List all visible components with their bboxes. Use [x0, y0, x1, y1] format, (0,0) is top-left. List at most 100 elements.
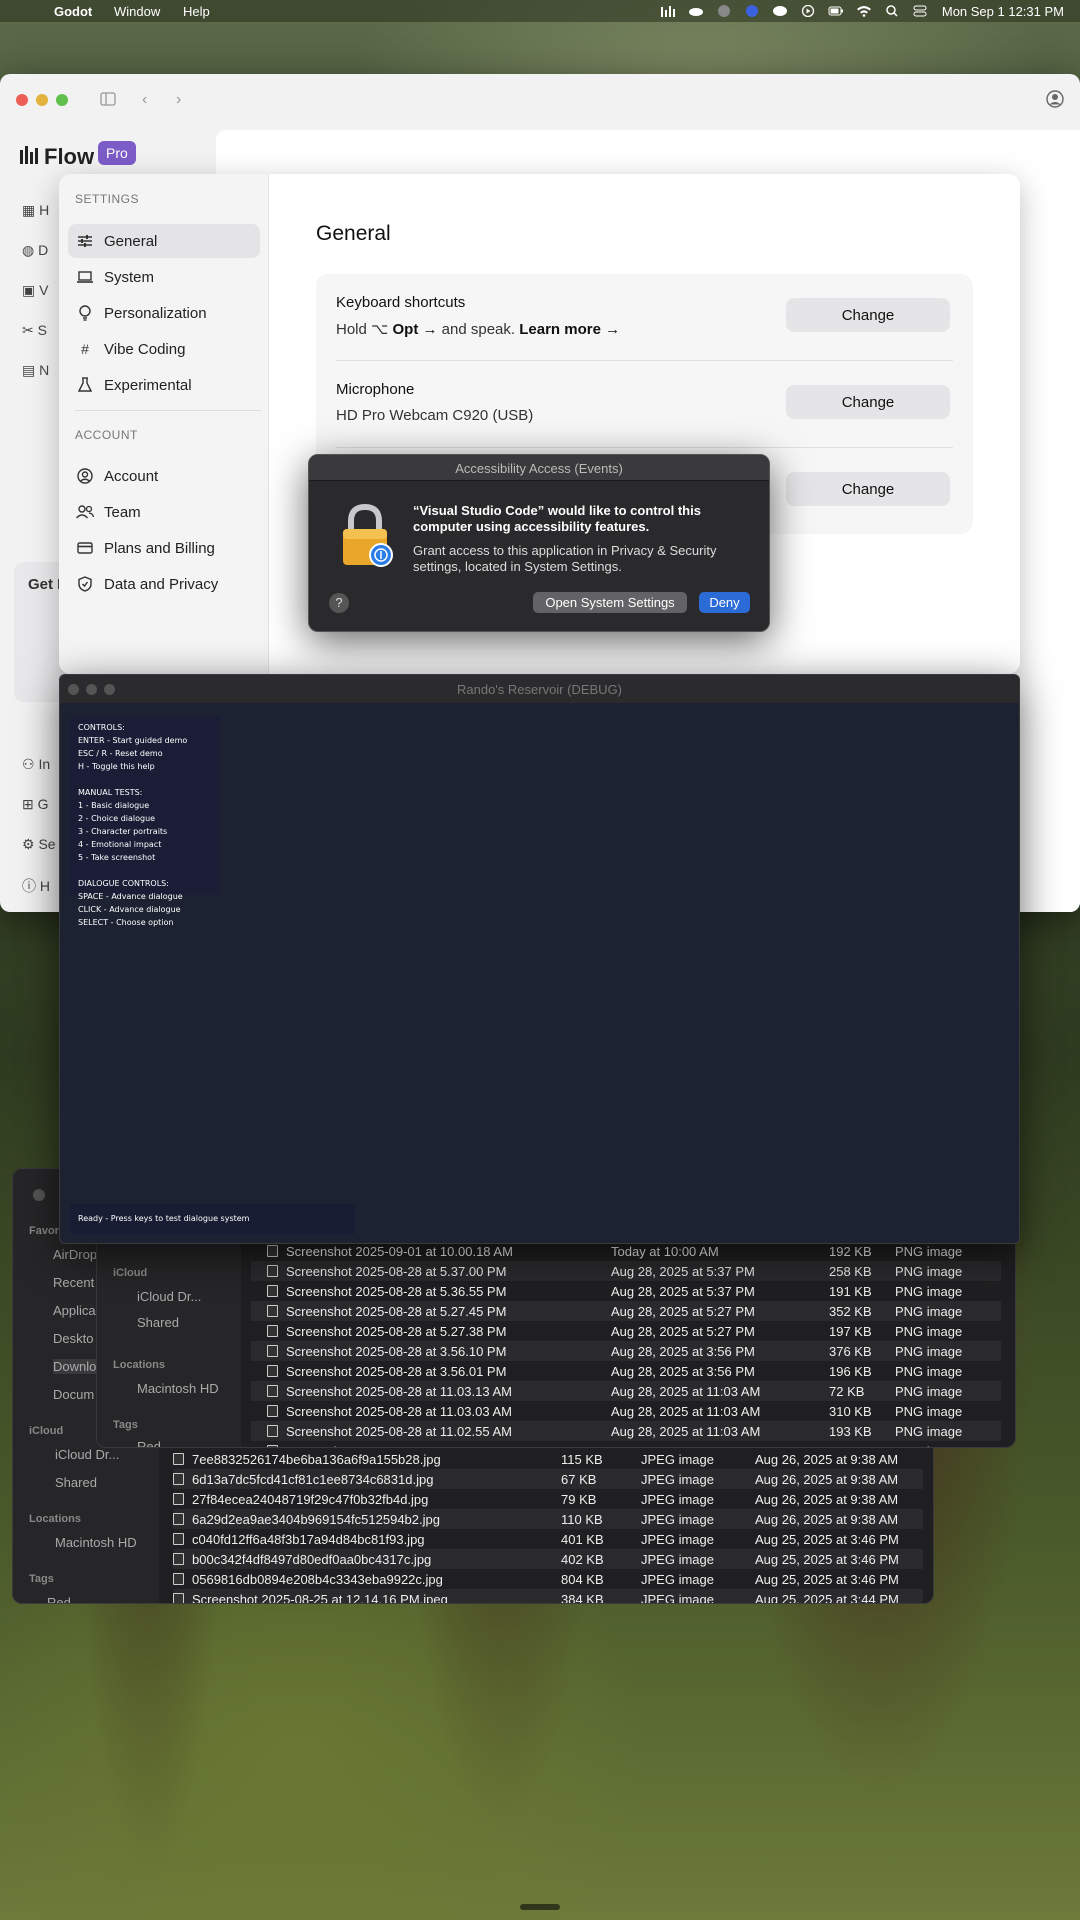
- file-size: 384 KB: [561, 1591, 604, 1604]
- table-row[interactable]: Screenshot 2025-08-28 at 3.56.10 PM Aug 2…: [251, 1341, 1001, 1361]
- flow-nav-help[interactable]: ⓘ H: [22, 876, 62, 896]
- search-icon[interactable]: [884, 5, 900, 17]
- table-row[interactable]: Screenshot 2025-08-28 at 11.03.03 AM Aug …: [251, 1401, 1001, 1421]
- dialog-title: Accessibility Access (Events): [455, 461, 623, 476]
- circle-arrow-icon[interactable]: [716, 5, 732, 17]
- table-row[interactable]: Screenshot 2025-09-01 at 10.00.18 AM Toda…: [251, 1241, 1001, 1261]
- settings-nav-plans-billing-label: Plans and Billing: [104, 539, 215, 557]
- sidebar-divider: [75, 410, 261, 411]
- flow-nav-dictionary[interactable]: ◍ D: [22, 242, 62, 262]
- file-name: Screenshot 2025-08-28 at 11.02.55 AM: [286, 1423, 512, 1439]
- app-menu[interactable]: Godot: [54, 4, 92, 19]
- keyboard-shortcuts-label: Keyboard shortcuts: [336, 294, 466, 311]
- settings-section-header: SETTINGS: [75, 192, 140, 206]
- flow-nav-home[interactable]: ▦ H: [22, 202, 62, 222]
- open-system-settings-button[interactable]: Open System Settings: [533, 592, 687, 613]
- change-microphone-button[interactable]: Change: [786, 385, 950, 419]
- help-button[interactable]: ?: [329, 593, 349, 613]
- flow-nav-notes[interactable]: ▤ N: [22, 362, 62, 382]
- png-file-icon: [267, 1285, 278, 1297]
- settings-nav-plans-billing[interactable]: Plans and Billing: [68, 531, 260, 565]
- close-button-inactive[interactable]: [33, 1189, 45, 1201]
- settings-nav-data-privacy[interactable]: Data and Privacy: [68, 567, 260, 601]
- settings-nav-personalization[interactable]: Personalization: [68, 296, 260, 330]
- sidebar-toggle-icon[interactable]: [100, 92, 116, 106]
- wifi-icon[interactable]: [856, 5, 872, 17]
- sidebar-item-macintosh-hd[interactable]: Macintosh HD: [137, 1381, 219, 1396]
- forward-arrow-icon[interactable]: ›: [176, 91, 181, 109]
- elephant-icon[interactable]: [772, 5, 788, 17]
- sidebar-item-desktop[interactable]: Deskto: [53, 1331, 93, 1346]
- table-row[interactable]: Screenshot 2025-08-28 at 9.03.20 AM Aug 2…: [251, 1441, 1001, 1448]
- table-row[interactable]: Screenshot 2025-08-28 at 3.56.01 PM Aug 2…: [251, 1361, 1001, 1381]
- deny-button[interactable]: Deny: [699, 592, 750, 613]
- file-size: 359 KB: [829, 1444, 872, 1448]
- sidebar-tag-red[interactable]: Red: [137, 1439, 161, 1447]
- sidebar-item-macintosh-hd[interactable]: Macintosh HD: [55, 1535, 137, 1550]
- sliders-icon: [76, 232, 94, 250]
- profile-icon[interactable]: [1046, 90, 1064, 108]
- zoom-button[interactable]: [56, 94, 68, 106]
- settings-nav-experimental[interactable]: Experimental: [68, 368, 260, 402]
- file-name: 7ee8832526174be6ba136a6f9a155b28.jpg: [192, 1451, 441, 1467]
- close-button[interactable]: [16, 94, 28, 106]
- accessibility-access-dialog: Accessibility Access (Events) “Visual St…: [308, 454, 770, 632]
- flow-nav-settings[interactable]: ⚙ Se: [22, 836, 62, 856]
- control-center-icon[interactable]: [912, 5, 928, 17]
- settings-nav-system[interactable]: System: [68, 260, 260, 294]
- settings-nav-vibe-coding[interactable]: # Vibe Coding: [68, 332, 260, 366]
- zoom-icon[interactable]: [744, 5, 760, 17]
- godot-debug-window: Rando's Reservoir (DEBUG) CONTROLS: ENTE…: [59, 674, 1020, 1244]
- sidebar-item-shared[interactable]: Shared: [137, 1315, 179, 1330]
- sidebar-item-shared[interactable]: Shared: [55, 1475, 97, 1490]
- settings-nav-general[interactable]: General: [68, 224, 260, 258]
- file-size: 402 KB: [561, 1551, 604, 1567]
- change-keyboard-shortcut-button[interactable]: Change: [786, 298, 950, 332]
- table-row[interactable]: Screenshot 2025-08-28 at 5.37.00 PM Aug 2…: [251, 1261, 1001, 1281]
- menu-window[interactable]: Window: [114, 4, 160, 19]
- table-row[interactable]: 7ee8832526174be6ba136a6f9a155b28.jpg 115 …: [173, 1449, 923, 1469]
- play-circle-icon[interactable]: [800, 5, 816, 17]
- sidebar-item-airdrop[interactable]: AirDrop: [53, 1247, 97, 1262]
- table-row[interactable]: 0569816db0894e208b4c3343eba9922c.jpg 804 …: [173, 1569, 923, 1589]
- audio-levels-icon[interactable]: [660, 5, 676, 17]
- table-row[interactable]: 6d13a7dc5fcd41cf81c1ee8734c6831d.jpg 67 K…: [173, 1469, 923, 1489]
- locations-header: Locations: [29, 1513, 81, 1525]
- row-divider: [336, 360, 953, 361]
- table-row[interactable]: c040fd12ff6a48f3b17a94d84bc81f93.jpg 401 …: [173, 1529, 923, 1549]
- settings-nav-team[interactable]: Team: [68, 495, 260, 529]
- sidebar-item-applications[interactable]: Applica: [53, 1303, 96, 1318]
- menu-clock[interactable]: Mon Sep 1 12:31 PM: [942, 4, 1064, 19]
- sidebar-item-icloud-drive[interactable]: iCloud Dr...: [137, 1289, 201, 1304]
- table-row[interactable]: Screenshot 2025-08-28 at 5.27.45 PM Aug 2…: [251, 1301, 1001, 1321]
- table-row[interactable]: Screenshot 2025-08-28 at 5.36.55 PM Aug 2…: [251, 1281, 1001, 1301]
- settings-sidebar: SETTINGS General System Personalization …: [59, 174, 269, 674]
- table-row[interactable]: 6a29d2ea9ae3404b969154fc512594b2.jpg 110 …: [173, 1509, 923, 1529]
- flow-nav-snippets[interactable]: ✂ S: [22, 322, 62, 342]
- table-row[interactable]: 27f84ecea24048719f29c47f0b32fb4d.jpg 79 K…: [173, 1489, 923, 1509]
- sidebar-tag-red[interactable]: Red: [47, 1595, 71, 1603]
- keyboard-shortcuts-description: Hold ⌥ Opt → and speak. Learn more →: [336, 320, 620, 338]
- menu-help[interactable]: Help: [183, 4, 210, 19]
- back-arrow-icon[interactable]: ‹: [142, 91, 147, 109]
- sidebar-item-recents[interactable]: Recent: [53, 1275, 94, 1290]
- cloud-sync-icon[interactable]: [688, 5, 704, 17]
- flow-nav-vocab[interactable]: ▣ V: [22, 282, 62, 302]
- table-row[interactable]: Screenshot 2025-08-28 at 5.27.38 PM Aug 2…: [251, 1321, 1001, 1341]
- learn-more-link[interactable]: Learn more →: [519, 321, 620, 338]
- game-status-text: Ready - Press keys to test dialogue syst…: [78, 1214, 250, 1223]
- settings-nav-account[interactable]: Account: [68, 459, 260, 493]
- file-name: Screenshot 2025-08-28 at 5.27.45 PM: [286, 1303, 507, 1319]
- sidebar-item-icloud-drive[interactable]: iCloud Dr...: [55, 1447, 119, 1462]
- jpeg-file-icon: [173, 1453, 184, 1465]
- sidebar-item-documents[interactable]: Docum: [53, 1387, 94, 1402]
- flow-nav-gift[interactable]: ⊞ G: [22, 796, 62, 816]
- change-third-setting-button[interactable]: Change: [786, 472, 950, 506]
- table-row[interactable]: Screenshot 2025-08-28 at 11.02.55 AM Aug …: [251, 1421, 1001, 1441]
- table-row[interactable]: Screenshot 2025-08-25 at 12.14.16 PM.jpe…: [173, 1589, 923, 1604]
- flow-nav-invite[interactable]: ⚇ In: [22, 756, 62, 776]
- table-row[interactable]: b00c342f4df8497d80edf0aa0bc4317c.jpg 402 …: [173, 1549, 923, 1569]
- table-row[interactable]: Screenshot 2025-08-28 at 11.03.13 AM Aug …: [251, 1381, 1001, 1401]
- minimize-button[interactable]: [36, 94, 48, 106]
- battery-icon[interactable]: [828, 5, 844, 17]
